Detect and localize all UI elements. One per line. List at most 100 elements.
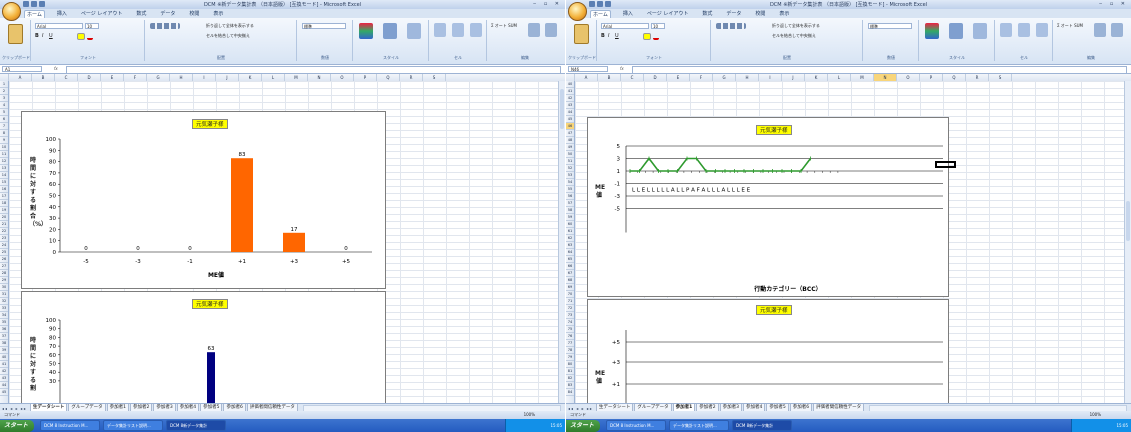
italic-icon[interactable]: I	[42, 33, 47, 39]
vertical-scrollbar[interactable]	[1124, 81, 1131, 403]
row-header[interactable]: 45	[0, 389, 8, 396]
column-header[interactable]: B	[32, 74, 55, 81]
bar-chart-me-values[interactable]: 元気瀬子様 時間に対する割合（%） 0 10 20 30 40 50 60 70 80 90 100…	[21, 111, 386, 289]
row-header[interactable]: 81	[566, 368, 574, 375]
column-header[interactable]: P	[920, 74, 943, 81]
row-header[interactable]: 67	[566, 270, 574, 277]
fill-color-icon[interactable]	[643, 33, 651, 40]
tab-view[interactable]: 表示	[777, 10, 791, 17]
office-button[interactable]	[568, 2, 587, 21]
window-controls[interactable]: ‒ ▫ ✕	[533, 1, 562, 7]
fill-color-icon[interactable]	[77, 33, 85, 40]
row-header[interactable]: 59	[566, 214, 574, 221]
wrap-text-button[interactable]: 折り返して全体を表示する	[206, 23, 254, 29]
row-header[interactable]: 19	[0, 207, 8, 214]
font-color-icon[interactable]	[653, 33, 659, 40]
row-header[interactable]: 64	[566, 249, 574, 256]
paste-icon[interactable]	[574, 24, 589, 44]
row-header[interactable]: 44	[0, 382, 8, 389]
row-header[interactable]: 49	[566, 144, 574, 151]
row-header[interactable]: 5	[0, 109, 8, 116]
tab-formulas[interactable]: 数式	[700, 10, 714, 17]
tab-insert[interactable]: 挿入	[55, 10, 69, 17]
row-header[interactable]: 42	[0, 368, 8, 375]
taskbar-item[interactable]: DCM 8新データ集計	[732, 420, 793, 431]
row-header[interactable]: 28	[0, 270, 8, 277]
row-header[interactable]: 23	[0, 235, 8, 242]
row-header[interactable]: 54	[566, 179, 574, 186]
delete-cells-icon[interactable]	[1018, 23, 1030, 37]
column-header[interactable]: J	[782, 74, 805, 81]
row-header[interactable]: 22	[0, 228, 8, 235]
row-header[interactable]: 11	[0, 151, 8, 158]
row-header[interactable]: 10	[0, 144, 8, 151]
font-size-select[interactable]: 10	[85, 23, 99, 29]
column-header[interactable]: C	[55, 74, 78, 81]
column-header[interactable]: G	[713, 74, 736, 81]
worksheet-grid[interactable]: 元気瀬子様 時間に対する割合（%） 0 10 20 30 40 50 60 70 80 90 100…	[9, 81, 559, 403]
row-header[interactable]: 29	[0, 277, 8, 284]
start-button[interactable]: スタート	[566, 419, 601, 432]
tab-insert[interactable]: 挿入	[621, 10, 635, 17]
font-name-select[interactable]: Arial	[35, 23, 83, 29]
taskbar-item[interactable]: データ集計リスト説明...	[669, 420, 730, 431]
row-header[interactable]: 41	[0, 361, 8, 368]
row-header[interactable]: 42	[566, 95, 574, 102]
sort-filter-icon[interactable]	[528, 23, 540, 37]
row-header[interactable]: 16	[0, 186, 8, 193]
column-header[interactable]: S	[989, 74, 1012, 81]
row-header[interactable]: 32	[0, 298, 8, 305]
column-header[interactable]: K	[805, 74, 828, 81]
row-header[interactable]: 84	[566, 389, 574, 396]
insert-cells-icon[interactable]	[1000, 23, 1012, 37]
delete-cells-icon[interactable]	[452, 23, 464, 37]
row-header[interactable]: 63	[566, 242, 574, 249]
row-header[interactable]: 2	[0, 88, 8, 95]
row-header[interactable]: 39	[0, 347, 8, 354]
row-header[interactable]: 58	[566, 207, 574, 214]
underline-icon[interactable]: U	[615, 33, 620, 39]
formula-input[interactable]	[632, 66, 1127, 74]
column-header[interactable]: O	[331, 74, 354, 81]
column-header[interactable]: K	[239, 74, 262, 81]
row-header[interactable]: 44	[566, 109, 574, 116]
table-format-icon[interactable]	[383, 23, 397, 39]
fx-icon[interactable]: fx	[620, 66, 624, 71]
row-header[interactable]: 45	[566, 116, 574, 123]
row-header[interactable]: 36	[0, 326, 8, 333]
row-header[interactable]: 40	[0, 354, 8, 361]
row-header[interactable]: 47	[566, 130, 574, 137]
row-header[interactable]: 30	[0, 284, 8, 291]
row-header[interactable]: 3	[0, 95, 8, 102]
tab-page-layout[interactable]: ページ レイアウト	[645, 10, 691, 17]
column-header[interactable]: S	[423, 74, 446, 81]
autosum-button[interactable]: Σ オート SUM	[1057, 23, 1083, 29]
row-header[interactable]: 33	[0, 305, 8, 312]
font-color-icon[interactable]	[87, 33, 93, 40]
row-header[interactable]: 60	[566, 221, 574, 228]
row-header[interactable]: 80	[566, 361, 574, 368]
tab-review[interactable]: 校閲	[187, 10, 201, 17]
row-header[interactable]: 76	[566, 333, 574, 340]
autosum-button[interactable]: Σ オート SUM	[491, 23, 517, 29]
italic-icon[interactable]: I	[608, 33, 613, 39]
align-icons[interactable]	[150, 23, 180, 29]
row-header[interactable]: 9	[0, 137, 8, 144]
column-header[interactable]: I	[193, 74, 216, 81]
row-header[interactable]: 40	[566, 81, 574, 88]
window-controls[interactable]: ‒ ▫ ✕	[1099, 1, 1128, 7]
number-format-select[interactable]: 標準	[302, 23, 346, 29]
row-header[interactable]: 73	[566, 312, 574, 319]
bar-chart-second[interactable]: 元気瀬子様 時間に対する割 30 40 50 60 70 80 90 100 63	[21, 291, 386, 403]
row-header[interactable]: 77	[566, 340, 574, 347]
row-header[interactable]: 57	[566, 200, 574, 207]
row-header[interactable]: 72	[566, 305, 574, 312]
column-header[interactable]: N	[874, 74, 897, 81]
column-header[interactable]: E	[667, 74, 690, 81]
row-header[interactable]: 46	[566, 123, 574, 130]
column-header[interactable]: L	[828, 74, 851, 81]
column-header[interactable]: M	[851, 74, 874, 81]
row-header[interactable]: 71	[566, 298, 574, 305]
align-icons[interactable]	[716, 23, 746, 29]
row-header[interactable]: 25	[0, 249, 8, 256]
